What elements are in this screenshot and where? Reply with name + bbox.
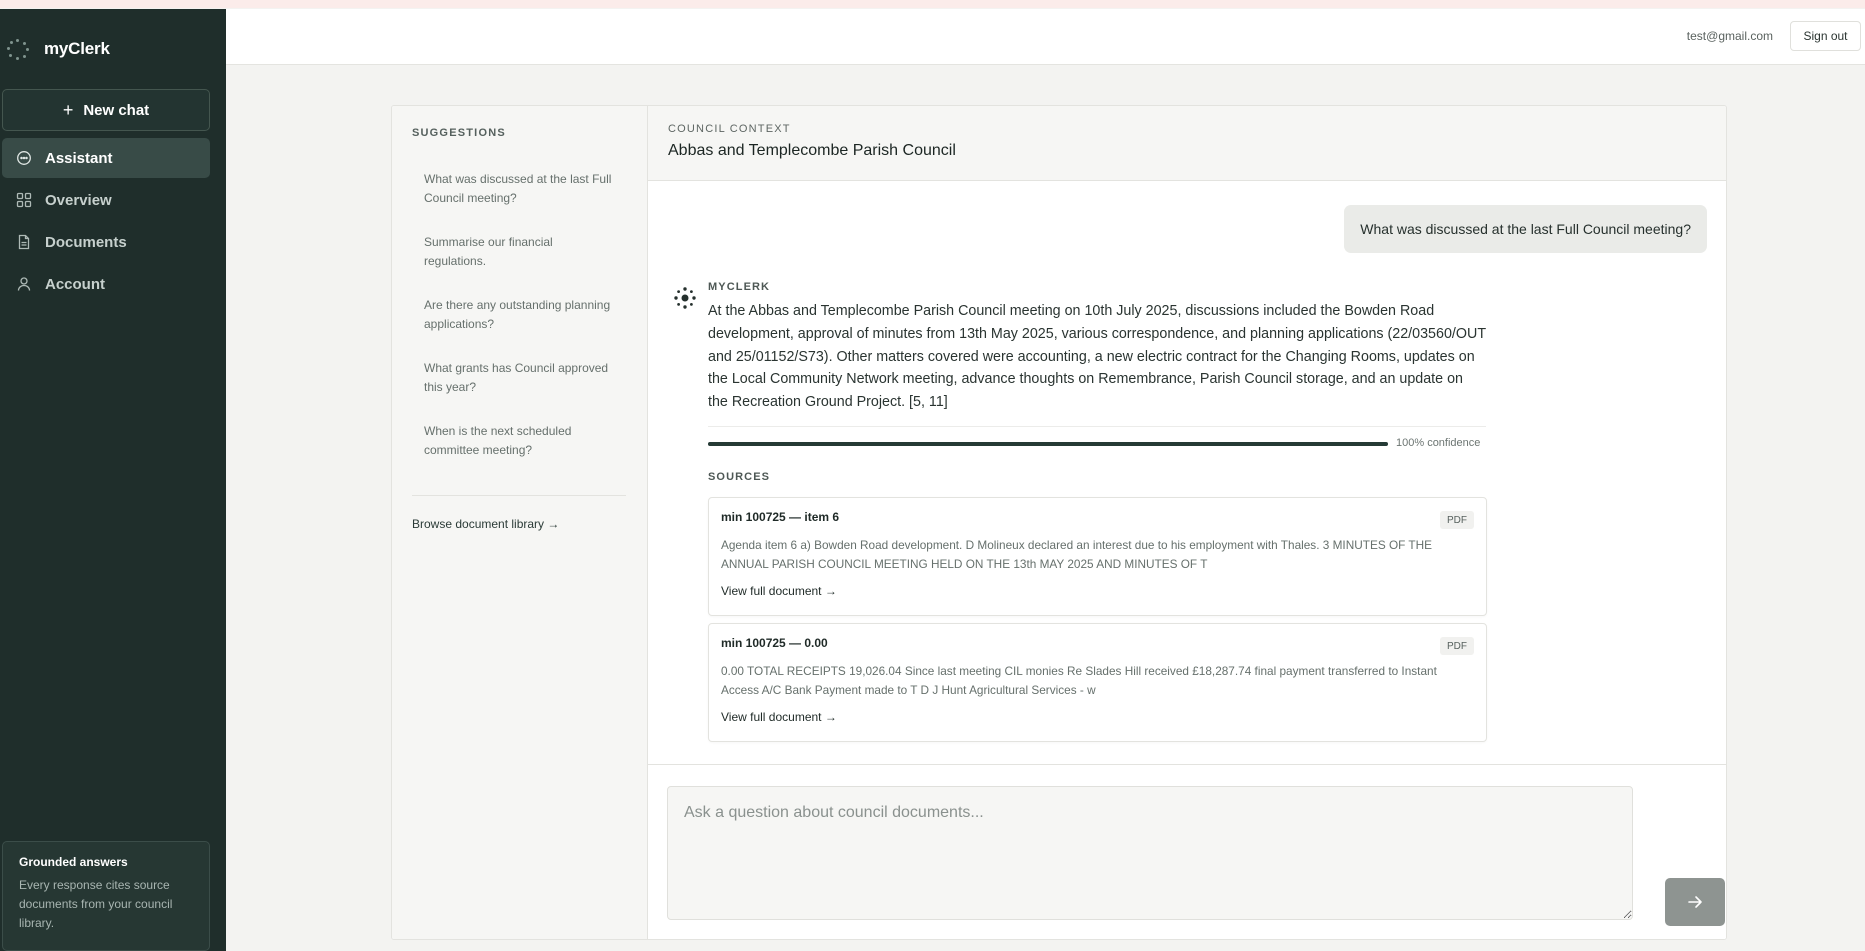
suggestions-list: What was discussed at the last Full Coun… xyxy=(424,170,614,485)
assistant-label: MYCLERK xyxy=(708,281,771,293)
chat-bubble-icon xyxy=(16,150,32,166)
composer-area xyxy=(648,764,1726,939)
suggestions-title: SUGGESTIONS xyxy=(412,127,506,139)
sidebar-item-documents[interactable]: Documents xyxy=(2,222,210,262)
user-message-bubble: What was discussed at the last Full Coun… xyxy=(1344,205,1707,253)
grid-icon xyxy=(16,192,32,208)
send-button[interactable] xyxy=(1665,878,1725,926)
sign-out-button[interactable]: Sign out xyxy=(1790,21,1861,51)
confidence-bar xyxy=(708,442,1388,446)
suggestion-item[interactable]: What was discussed at the last Full Coun… xyxy=(424,170,614,233)
sidebar-item-label: Assistant xyxy=(45,149,113,167)
sidebar-item-label: Documents xyxy=(45,233,127,251)
file-type-badge: PDF xyxy=(1440,511,1474,529)
sidebar-item-overview[interactable]: Overview xyxy=(2,180,210,220)
source-excerpt: 0.00 TOTAL RECEIPTS 19,026.04 Since last… xyxy=(721,664,1437,697)
new-chat-button[interactable]: + New chat xyxy=(2,89,210,131)
new-chat-label: New chat xyxy=(83,101,150,119)
sidebar-nav: Assistant Overview Documents Account xyxy=(2,138,210,306)
divider xyxy=(412,495,626,496)
source-excerpt: Agenda item 6 a) Bowden Road development… xyxy=(721,538,1433,571)
council-context-header: COUNCIL CONTEXT Abbas and Templecombe Pa… xyxy=(648,106,1726,181)
assistant-avatar-icon xyxy=(672,285,698,311)
question-input[interactable] xyxy=(667,786,1633,920)
source-card: min 100725 — item 6 PDF Agenda item 6 a)… xyxy=(708,497,1487,616)
council-context-label: COUNCIL CONTEXT xyxy=(668,123,791,135)
source-title: min 100725 — item 6 xyxy=(721,510,840,524)
suggestion-item[interactable]: Are there any outstanding planning appli… xyxy=(424,296,614,359)
browse-library-link[interactable]: Browse document library → xyxy=(412,517,559,531)
sidebar-item-account[interactable]: Account xyxy=(2,264,210,304)
view-full-document-link[interactable]: View full document → xyxy=(721,710,837,724)
sidebar: myClerk + New chat Assistant Overview Do… xyxy=(0,9,226,951)
top-notice-strip xyxy=(0,0,1865,8)
divider xyxy=(708,426,1486,427)
council-name: Abbas and Templecombe Parish Council xyxy=(668,142,956,159)
grounded-answers-text: Every response cites source documents fr… xyxy=(19,878,173,930)
view-full-document-link[interactable]: View full document → xyxy=(721,584,837,598)
grounded-answers-title: Grounded answers xyxy=(19,855,128,869)
brand-logo-icon xyxy=(6,37,30,61)
source-card: min 100725 — 0.00 PDF 0.00 TOTAL RECEIPT… xyxy=(708,623,1487,742)
user-email: test@gmail.com xyxy=(1686,29,1773,43)
assistant-panel: SUGGESTIONS What was discussed at the la… xyxy=(391,105,1727,940)
file-type-badge: PDF xyxy=(1440,637,1474,655)
suggestion-item[interactable]: What grants has Council approved this ye… xyxy=(424,359,614,422)
suggestions-panel: SUGGESTIONS What was discussed at the la… xyxy=(392,106,648,939)
brand[interactable]: myClerk xyxy=(6,37,110,61)
plus-icon: + xyxy=(62,100,74,120)
assistant-message: At the Abbas and Templecombe Parish Coun… xyxy=(708,303,1486,411)
document-icon xyxy=(16,234,32,250)
top-bar: test@gmail.com Sign out xyxy=(226,9,1865,65)
sources-title: SOURCES xyxy=(708,471,771,483)
confidence-label: 100% confidence xyxy=(1396,437,1481,449)
sidebar-item-assistant[interactable]: Assistant xyxy=(2,138,210,178)
sidebar-item-label: Overview xyxy=(45,191,112,209)
grounded-answers-card: Grounded answers Every response cites so… xyxy=(2,841,210,951)
arrow-right-icon xyxy=(1688,896,1702,908)
sidebar-item-label: Account xyxy=(45,275,105,293)
suggestion-item[interactable]: When is the next scheduled committee mee… xyxy=(424,422,614,485)
confidence-bar-fill xyxy=(708,442,1388,446)
user-icon xyxy=(16,276,32,292)
brand-name: myClerk xyxy=(44,39,110,58)
suggestion-item[interactable]: Summarise our financial regulations. xyxy=(424,233,614,296)
source-title: min 100725 — 0.00 xyxy=(721,636,828,650)
